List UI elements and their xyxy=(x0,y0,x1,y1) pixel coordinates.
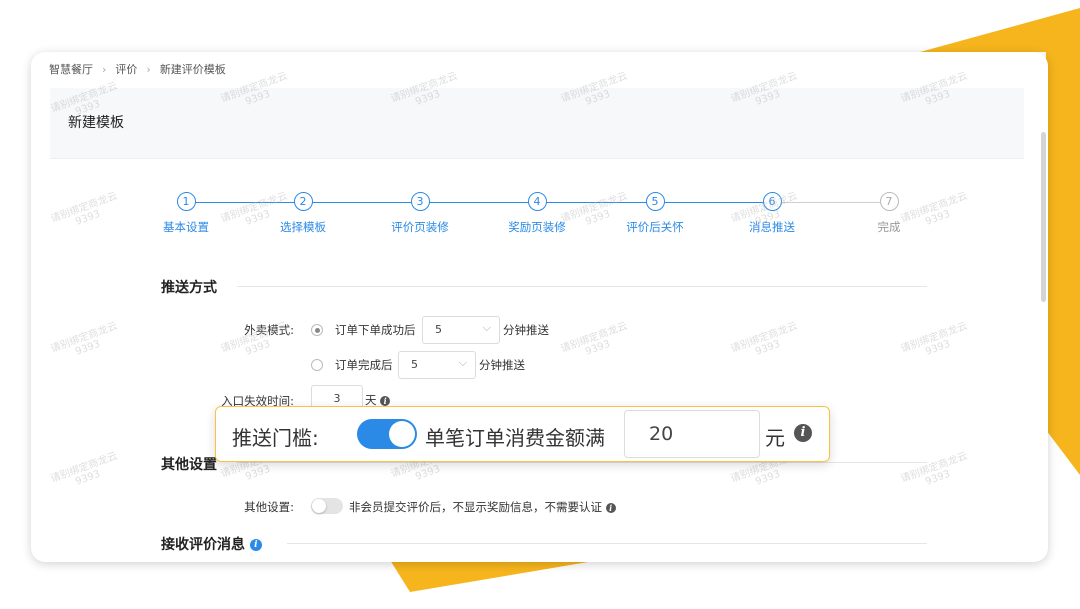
threshold-description: 单笔订单消费金额满 xyxy=(425,426,605,450)
takeout-mode-label: 外卖模式: xyxy=(244,323,294,337)
page-header: 新建模板 xyxy=(50,88,1024,159)
chevron-right-icon: › xyxy=(102,62,107,76)
section-title-push: 推送方式 xyxy=(161,280,217,296)
step-post-review-care[interactable]: 5 评价后关怀 xyxy=(610,192,700,235)
expire-unit: 天 xyxy=(365,393,377,407)
watermark: 请别绑定商龙云 9393 xyxy=(49,320,119,358)
watermark: 请别绑定商龙云 9393 xyxy=(559,320,629,358)
threshold-amount-value: 20 xyxy=(649,423,674,445)
step-basic-settings[interactable]: 1 基本设置 xyxy=(141,192,231,235)
breadcrumb-item-restaurant[interactable]: 智慧餐厅 xyxy=(49,61,93,77)
info-icon[interactable]: i xyxy=(249,539,262,551)
step-number: 6 xyxy=(762,192,782,211)
step-select-template[interactable]: 2 选择模板 xyxy=(258,192,348,235)
breadcrumb-item-new-template: 新建评价模板 xyxy=(159,63,226,76)
watermark: 请别绑定商龙云 9393 xyxy=(899,450,969,488)
info-icon[interactable]: i xyxy=(380,395,391,406)
step-label: 消息推送 xyxy=(749,220,795,234)
template-editor-card: 智慧餐厅 › 评价 › 新建评价模板 新建模板 1 基本设置 2 选择模板 3 … xyxy=(31,52,1048,562)
divider xyxy=(287,543,927,544)
minutes-suffix-text: 分钟推送 xyxy=(503,323,549,337)
section-title-receive: 接收评价消息 i xyxy=(161,534,262,554)
step-label: 评价页装修 xyxy=(391,220,449,234)
other-settings-label: 其他设置: xyxy=(244,500,294,514)
non-member-toggle-text: 非会员提交评价后，不显示奖励信息，不需要认证 i xyxy=(349,499,616,515)
toggle-description: 非会员提交评价后，不显示奖励信息，不需要认证 xyxy=(349,500,602,514)
push-threshold-callout: 推送门槛: 单笔订单消费金额满 20 元 i xyxy=(215,406,830,462)
step-number: 5 xyxy=(645,192,665,211)
chevron-down-icon: ⌵ xyxy=(482,321,491,334)
option-order-completed-text: 订单完成后 xyxy=(335,358,393,372)
step-label: 基本设置 xyxy=(163,220,209,234)
progress-steps: 1 基本设置 2 选择模板 3 评价页装修 4 奖励页装修 5 评价后关怀 6 … xyxy=(31,192,1048,252)
step-message-push[interactable]: 6 消息推送 xyxy=(727,192,817,235)
step-reward-page-design[interactable]: 4 奖励页装修 xyxy=(492,192,582,235)
info-icon[interactable]: i xyxy=(605,502,616,513)
threshold-amount-input[interactable]: 20 xyxy=(624,410,760,458)
breadcrumb-item-review[interactable]: 评价 xyxy=(115,61,137,77)
divider xyxy=(237,462,927,463)
threshold-unit: 元 xyxy=(765,426,785,450)
threshold-label: 推送门槛: xyxy=(232,426,319,450)
radio-order-placed[interactable] xyxy=(311,324,323,336)
step-number: 2 xyxy=(293,192,313,211)
radio-order-completed[interactable] xyxy=(311,359,323,371)
step-finish[interactable]: 7 完成 xyxy=(844,192,934,235)
chevron-right-icon: › xyxy=(146,62,151,76)
section-title-other: 其他设置 xyxy=(161,457,217,473)
select-value: 5 xyxy=(411,358,418,371)
step-number: 7 xyxy=(879,192,899,211)
non-member-reward-toggle[interactable] xyxy=(311,498,343,514)
minutes-select-order-placed[interactable]: 5 ⌵ xyxy=(422,316,500,344)
watermark: 请别绑定商龙云 9393 xyxy=(729,320,799,358)
step-label: 完成 xyxy=(877,220,901,234)
chevron-down-icon: ⌵ xyxy=(458,356,467,369)
step-label: 选择模板 xyxy=(280,220,326,234)
minutes-select-order-completed[interactable]: 5 ⌵ xyxy=(398,351,476,379)
select-value: 5 xyxy=(435,323,442,336)
minutes-suffix-text: 分钟推送 xyxy=(479,358,525,372)
breadcrumb: 智慧餐厅 › 评价 › 新建评价模板 xyxy=(49,61,226,77)
receive-title: 接收评价消息 xyxy=(161,537,245,553)
step-label: 评价后关怀 xyxy=(626,220,684,234)
page-title: 新建模板 xyxy=(68,115,124,131)
option-order-placed-text: 订单下单成功后 xyxy=(335,323,416,337)
step-label: 奖励页装修 xyxy=(508,220,566,234)
step-review-page-design[interactable]: 3 评价页装修 xyxy=(375,192,465,235)
info-icon[interactable]: i xyxy=(794,424,812,442)
watermark: 请别绑定商龙云 9393 xyxy=(49,450,119,488)
step-number: 3 xyxy=(410,192,430,211)
divider xyxy=(237,286,927,287)
threshold-toggle[interactable] xyxy=(357,419,417,449)
step-number: 4 xyxy=(527,192,547,211)
step-number: 1 xyxy=(176,192,196,211)
watermark: 请别绑定商龙云 9393 xyxy=(899,320,969,358)
